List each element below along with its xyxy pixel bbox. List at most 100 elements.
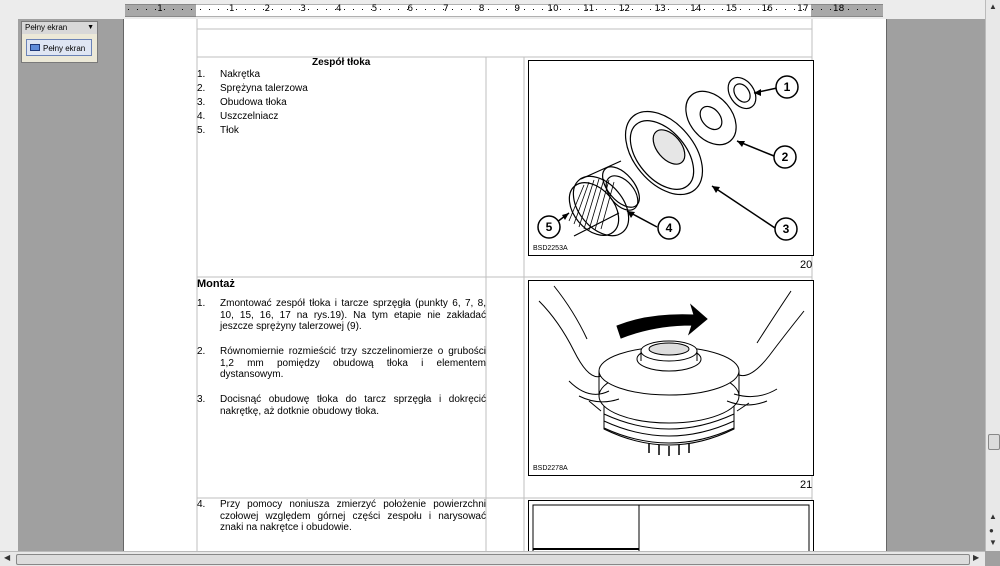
- ruler-tick: [182, 9, 183, 10]
- ruler-number: 1: [157, 4, 163, 14]
- ruler-tick: [254, 9, 255, 10]
- ruler-tick: [686, 9, 687, 10]
- ruler-tick: [227, 9, 228, 10]
- ruler-tick: [740, 9, 741, 10]
- ruler-tick: [398, 9, 399, 10]
- figure-code: BSD2253A: [533, 245, 568, 252]
- ruler-tick: [578, 9, 579, 10]
- toolbar-title-bar[interactable]: Pełny ekran ▼: [22, 22, 97, 34]
- callout-2: 2: [782, 150, 789, 164]
- list-number: 4.: [197, 111, 206, 122]
- chevron-down-icon[interactable]: ▼: [87, 22, 94, 34]
- ruler-tick: [560, 9, 561, 10]
- callout-1: 1: [784, 80, 791, 94]
- vertical-scrollbar[interactable]: ▲ ▲ ● ▼: [985, 0, 1000, 551]
- ruler-number: 13: [654, 4, 666, 14]
- vertical-scroll-thumb[interactable]: [988, 434, 1000, 450]
- ruler-tick: [497, 9, 498, 10]
- figure-21: BSD2278A: [528, 280, 814, 476]
- ruler-number: 2: [264, 4, 271, 14]
- ruler-tick: [326, 9, 327, 10]
- ruler-number: 10: [547, 4, 559, 14]
- ruler-tick: [200, 9, 201, 10]
- ruler-tick: [461, 9, 462, 10]
- ruler-tick: [812, 9, 813, 10]
- ruler-tick: [236, 9, 237, 10]
- clutch-assembly-photo: [538, 285, 805, 456]
- list-item-text: Nakrętka: [220, 69, 261, 80]
- list-number: 2.: [197, 83, 206, 94]
- figure-22-drawing: [532, 504, 810, 551]
- ruler-tick: [344, 9, 345, 10]
- scroll-down-icon[interactable]: ▼: [989, 538, 997, 548]
- ruler-tick: [164, 9, 165, 10]
- ruler-tick: [299, 9, 300, 10]
- list-item-text: Przy pomocy noniusza zmierzyć położenie …: [220, 499, 486, 533]
- ruler-tick: [533, 9, 534, 10]
- ruler-tick: [731, 9, 732, 10]
- ruler-tick: [353, 9, 354, 10]
- list-number: 4.: [197, 499, 206, 510]
- horizontal-scroll-thumb[interactable]: [16, 554, 970, 565]
- ruler-tick: [281, 9, 282, 10]
- ruler-tick: [605, 9, 606, 10]
- ruler-tick: [146, 9, 147, 10]
- callout-3: 3: [783, 222, 790, 236]
- select-browse-object-icon[interactable]: ●: [989, 526, 994, 536]
- ruler-tick: [848, 9, 849, 10]
- full-screen-button[interactable]: Pełny ekran: [26, 39, 92, 56]
- workspace-left: [18, 19, 123, 551]
- ruler-tick: [875, 9, 876, 10]
- ruler-number: 3: [300, 4, 306, 14]
- list-number: 3.: [197, 97, 206, 108]
- ruler-tick: [650, 9, 651, 10]
- ruler-tick: [218, 9, 219, 10]
- horizontal-scrollbar[interactable]: ◀ ▶: [0, 551, 985, 566]
- document-page[interactable]: Zespół tłoka 1. Nakrętka 2. Sprężyna talerz…: [123, 19, 887, 551]
- ruler-tick: [542, 9, 543, 10]
- ruler-number: 1: [228, 4, 235, 14]
- ruler-tick: [776, 9, 777, 10]
- scroll-up-icon[interactable]: ▲: [989, 2, 997, 12]
- ruler-tick: [569, 9, 570, 10]
- ruler-tick: [551, 9, 552, 10]
- list-number: 5.: [197, 125, 206, 136]
- workspace-right: [885, 19, 985, 551]
- section-title-piston: Zespół tłoka: [312, 57, 371, 68]
- scroll-left-icon[interactable]: ◀: [4, 553, 10, 563]
- list-item-text: Sprężyna talerzowa: [220, 83, 308, 94]
- figure-code: BSD2278A: [533, 465, 568, 472]
- ruler-tick: [290, 9, 291, 10]
- prev-page-icon[interactable]: ▲: [989, 512, 997, 522]
- ruler-tick: [803, 9, 804, 10]
- full-screen-button-label: Pełny ekran: [43, 44, 86, 53]
- ruler-tick: [749, 9, 750, 10]
- ruler-tick: [632, 9, 633, 10]
- callout-5: 5: [546, 220, 553, 234]
- ruler-tick: [443, 9, 444, 10]
- ruler-tick: [722, 9, 723, 10]
- list-item-text: Tłok: [220, 125, 239, 136]
- ruler-number: 12: [618, 4, 631, 14]
- ruler-tick: [371, 9, 372, 10]
- piston-assembly-drawing: 1 2 3 4 5: [537, 75, 799, 241]
- ruler-text-area: [196, 4, 811, 17]
- ruler-tick: [713, 9, 714, 10]
- ruler-tick: [155, 9, 156, 10]
- ruler-tick: [623, 9, 624, 10]
- vertical-ruler: [0, 19, 19, 551]
- horizontal-ruler[interactable]: 1 1 2 3 4 5 6 7 8 9 10 11 12 13 14 15 16 17 18: [0, 0, 1000, 20]
- ruler-tick: [389, 9, 390, 10]
- ruler-tick: [866, 9, 867, 10]
- ruler-tick: [695, 9, 696, 10]
- figure-22: [528, 500, 814, 551]
- scroll-right-icon[interactable]: ▶: [973, 553, 979, 563]
- section-title-assembly: Montaż: [197, 278, 235, 290]
- list-item-text: Docisnąć obudowę tłoka do tarcz sprzęgła…: [220, 394, 486, 417]
- callout-4: 4: [666, 221, 673, 235]
- ruler-tick: [785, 9, 786, 10]
- ruler-tick: [425, 9, 426, 10]
- ruler-tick: [641, 9, 642, 10]
- figure-number: 21: [800, 479, 813, 491]
- ruler-tick: [839, 9, 840, 10]
